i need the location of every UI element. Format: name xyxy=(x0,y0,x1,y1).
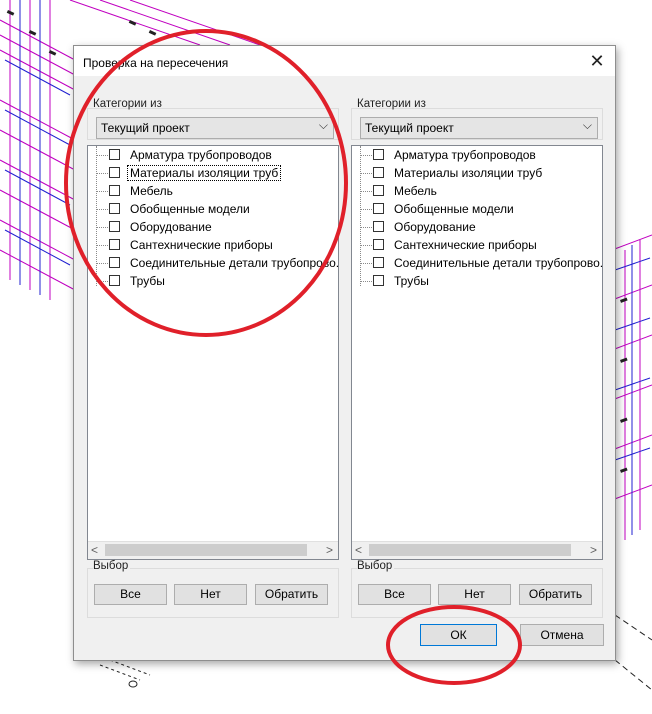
dialog-title: Проверка на пересечения xyxy=(83,56,229,70)
left-category-list[interactable]: Арматура трубопроводов Материалы изоляци… xyxy=(87,145,339,560)
list-item-label: Сантехнические приборы xyxy=(394,238,537,252)
left-select-all-button[interactable]: Все xyxy=(94,584,167,605)
list-item-label: Оборудование xyxy=(394,220,476,234)
checkbox[interactable] xyxy=(373,221,384,232)
scroll-left-icon[interactable]: < xyxy=(355,543,362,557)
right-select-all-button[interactable]: Все xyxy=(358,584,431,605)
list-item[interactable]: Обобщенные модели xyxy=(352,200,602,218)
checkbox[interactable] xyxy=(373,185,384,196)
left-categories-combo[interactable]: Текущий проект ⌵ xyxy=(96,117,334,139)
list-item[interactable]: Соединительные детали трубопрово... xyxy=(352,254,602,272)
horizontal-scrollbar[interactable]: < > xyxy=(352,541,602,559)
checkbox[interactable] xyxy=(109,185,120,196)
list-item[interactable]: Арматура трубопроводов xyxy=(352,146,602,164)
list-item-label: Материалы изоляции труб xyxy=(394,166,543,180)
right-combo-value: Текущий проект xyxy=(365,121,454,135)
list-item-label: Мебель xyxy=(394,184,437,198)
list-item[interactable]: Сантехнические приборы xyxy=(352,236,602,254)
scroll-right-icon[interactable]: > xyxy=(326,543,333,557)
checkbox[interactable] xyxy=(373,203,384,214)
title-bar: Проверка на пересечения ✕ xyxy=(74,46,615,76)
list-item-label: Трубы xyxy=(130,274,165,288)
checkbox[interactable] xyxy=(373,257,384,268)
right-panel: Текущий проект ⌵ Категории из Арматура т… xyxy=(351,98,603,618)
scroll-thumb[interactable] xyxy=(105,544,307,556)
list-item[interactable]: Мебель xyxy=(88,182,338,200)
list-item-label: Обобщенные модели xyxy=(130,202,250,216)
list-item-label: Обобщенные модели xyxy=(394,202,514,216)
left-selection-label: Выбор xyxy=(93,560,131,572)
checkbox[interactable] xyxy=(373,239,384,250)
scroll-thumb[interactable] xyxy=(369,544,571,556)
left-select-none-button[interactable]: Нет xyxy=(174,584,247,605)
left-invert-button[interactable]: Обратить xyxy=(255,584,328,605)
list-item[interactable]: Оборудование xyxy=(352,218,602,236)
right-categories-label: Категории из xyxy=(357,98,426,110)
checkbox[interactable] xyxy=(109,257,120,268)
list-item-label: Материалы изоляции труб xyxy=(126,165,282,181)
list-item[interactable]: Соединительные детали трубопрово... xyxy=(88,254,338,272)
list-item[interactable]: Оборудование xyxy=(88,218,338,236)
list-item[interactable]: Трубы xyxy=(88,272,338,290)
scroll-right-icon[interactable]: > xyxy=(590,543,597,557)
list-item-label: Арматура трубопроводов xyxy=(130,148,272,162)
list-item-label: Мебель xyxy=(130,184,173,198)
horizontal-scrollbar[interactable]: < > xyxy=(88,541,338,559)
list-item-label: Соединительные детали трубопрово... xyxy=(130,256,339,270)
checkbox[interactable] xyxy=(109,149,120,160)
list-item-label: Соединительные детали трубопрово... xyxy=(394,256,603,270)
list-item-label: Арматура трубопроводов xyxy=(394,148,536,162)
scroll-left-icon[interactable]: < xyxy=(91,543,98,557)
left-panel: Текущий проект ⌵ Категории из Арматура т… xyxy=(87,98,339,618)
list-item-label: Оборудование xyxy=(130,220,212,234)
right-categories-group: Текущий проект ⌵ xyxy=(351,108,603,140)
list-item[interactable]: Обобщенные модели xyxy=(88,200,338,218)
chevron-down-icon[interactable]: ⌵ xyxy=(583,118,592,133)
right-categories-combo[interactable]: Текущий проект ⌵ xyxy=(360,117,598,139)
ok-button[interactable]: ОК xyxy=(420,624,497,646)
close-icon[interactable]: ✕ xyxy=(587,51,607,71)
list-item[interactable]: Мебель xyxy=(352,182,602,200)
checkbox[interactable] xyxy=(373,275,384,286)
list-item[interactable]: Сантехнические приборы xyxy=(88,236,338,254)
right-invert-button[interactable]: Обратить xyxy=(519,584,592,605)
right-selection-label: Выбор xyxy=(357,560,395,572)
clash-check-dialog: Проверка на пересечения ✕ Текущий проект… xyxy=(73,45,616,661)
checkbox[interactable] xyxy=(109,275,120,286)
left-categories-label: Категории из xyxy=(93,98,162,110)
list-item[interactable]: Арматура трубопроводов xyxy=(88,146,338,164)
left-categories-group: Текущий проект ⌵ xyxy=(87,108,339,140)
left-combo-value: Текущий проект xyxy=(101,121,190,135)
checkbox[interactable] xyxy=(109,203,120,214)
list-item[interactable]: Трубы xyxy=(352,272,602,290)
checkbox[interactable] xyxy=(109,239,120,250)
list-item-label: Сантехнические приборы xyxy=(130,238,273,252)
chevron-down-icon[interactable]: ⌵ xyxy=(319,118,328,133)
checkbox[interactable] xyxy=(109,167,120,178)
checkbox[interactable] xyxy=(109,221,120,232)
cancel-button[interactable]: Отмена xyxy=(520,624,604,646)
right-select-none-button[interactable]: Нет xyxy=(438,584,511,605)
checkbox[interactable] xyxy=(373,149,384,160)
list-item[interactable]: Материалы изоляции труб xyxy=(352,164,602,182)
list-item-label: Трубы xyxy=(394,274,429,288)
right-category-list[interactable]: Арматура трубопроводов Материалы изоляци… xyxy=(351,145,603,560)
list-item[interactable]: Материалы изоляции труб xyxy=(88,164,338,182)
checkbox[interactable] xyxy=(373,167,384,178)
